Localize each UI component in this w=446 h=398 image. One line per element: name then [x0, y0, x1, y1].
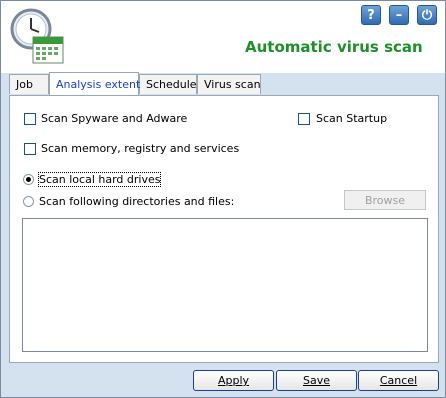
directories-list[interactable] [22, 218, 428, 352]
clock-calendar-icon [10, 8, 64, 64]
save-label: Save [302, 374, 330, 387]
browse-button[interactable]: Browse [344, 190, 426, 210]
local-drives-radio[interactable] [23, 174, 34, 185]
apply-button[interactable]: Apply [193, 370, 274, 391]
tab-virus-scan[interactable]: Virus scan [197, 74, 261, 94]
memory-label[interactable]: Scan memory, registry and services [41, 142, 239, 155]
memory-checkbox[interactable] [24, 143, 36, 155]
cancel-label: Cancel [379, 374, 418, 387]
minimize-button[interactable]: – [389, 5, 409, 25]
analysis-extent-panel: Scan Spyware and Adware Scan Startup Sca… [9, 95, 439, 363]
power-button[interactable]: ⏻ [417, 5, 437, 25]
tab-schedule[interactable]: Schedule [139, 74, 197, 94]
startup-label[interactable]: Scan Startup [316, 112, 387, 125]
help-button[interactable]: ? [361, 5, 381, 25]
dialog-window: ? – ⏻ Automatic virus scan Job Analysis … [0, 0, 446, 398]
tab-analysis-extent[interactable]: Analysis extent [49, 72, 140, 95]
directories-radio[interactable] [23, 196, 34, 207]
local-drives-label[interactable]: Scan local hard drives [37, 172, 162, 187]
tab-job[interactable]: Job [9, 74, 49, 94]
apply-label: Apply [217, 374, 250, 387]
directories-label[interactable]: Scan following directories and files: [39, 195, 234, 208]
cancel-button[interactable]: Cancel [358, 370, 439, 391]
spyware-checkbox[interactable] [24, 113, 36, 125]
startup-checkbox[interactable] [298, 113, 310, 125]
header: ? – ⏻ Automatic virus scan [1, 1, 445, 73]
page-title: Automatic virus scan [245, 38, 423, 56]
spyware-label[interactable]: Scan Spyware and Adware [41, 112, 187, 125]
save-button[interactable]: Save [276, 370, 357, 391]
